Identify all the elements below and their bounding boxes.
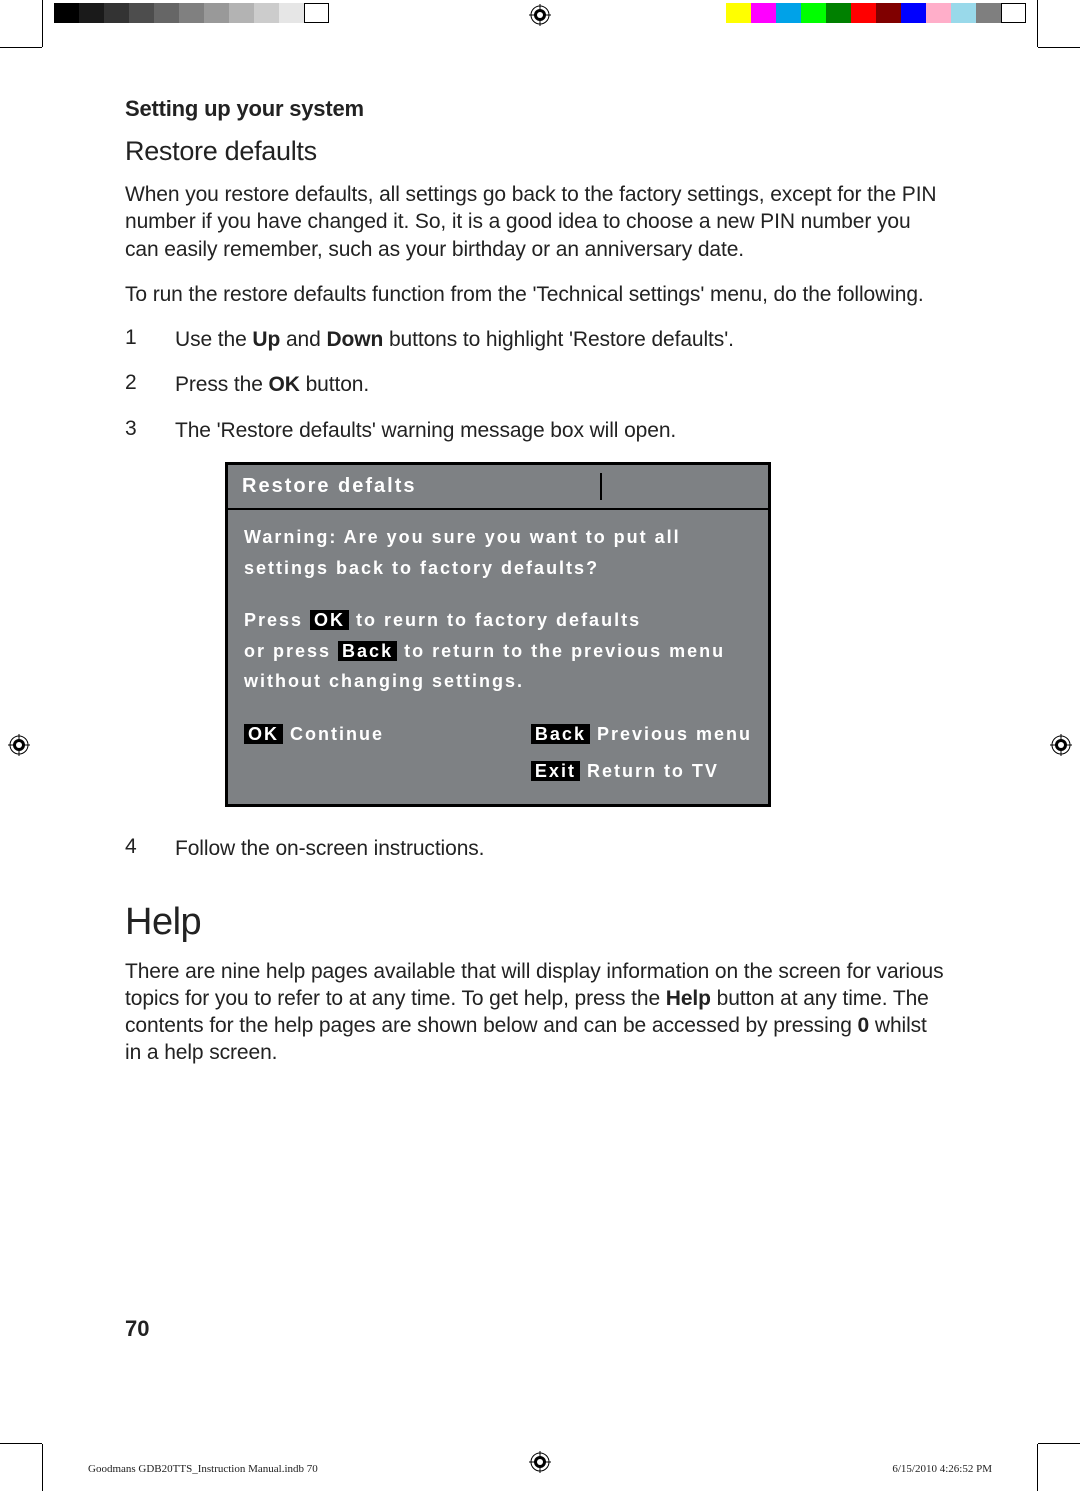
text: Use the [175,328,252,351]
swatch [726,3,751,23]
color-swatches [726,3,1026,23]
swatch [901,3,926,23]
swatch [876,3,901,23]
print-footer: Goodmans GDB20TTS_Instruction Manual.ind… [0,1461,1080,1475]
text: Previous menu [590,724,752,744]
text: to reurn to factory defaults [349,610,641,630]
osd-dialog-title-bar: Restore defalts [228,465,768,510]
swatch [976,3,1001,23]
swatch [951,3,976,23]
registration-mark-icon [8,734,30,756]
step-text: Follow the on-screen instructions. [175,835,484,862]
osd-back-line: Back Previous menu [531,719,752,750]
text: button. [300,373,369,396]
swatch [179,3,204,23]
osd-continue-line: OK Continue [244,719,384,750]
osd-dialog-screenshot: Restore defalts Warning: Are you sure yo… [225,462,771,807]
page-content: Setting up your system Restore defaults … [125,96,945,1085]
crop-mark [1038,1443,1080,1444]
osd-ok-key-icon: OK [244,724,283,744]
footer-filename: Goodmans GDB20TTS_Instruction Manual.ind… [88,1463,318,1475]
crop-mark [42,0,43,47]
swatch [801,3,826,23]
bold-text: 0 [858,1014,870,1037]
heading-help: Help [125,901,945,944]
steps-list: 1 Use the Up and Down buttons to highlig… [125,326,945,444]
step-row: 3 The 'Restore defaults' warning message… [125,417,945,444]
registration-mark-icon [529,4,551,26]
step-row: 1 Use the Up and Down buttons to highlig… [125,326,945,353]
osd-back-key-icon: Back [338,641,397,661]
step-text: The 'Restore defaults' warning message b… [175,417,676,444]
page-number: 70 [125,1316,149,1342]
swatch [304,3,329,23]
text: buttons to highlight 'Restore defaults'. [383,328,734,351]
step-number: 4 [125,835,175,862]
swatch [204,3,229,23]
osd-dialog-body: Warning: Are you sure you want to put al… [228,510,768,804]
swatch [54,3,79,23]
swatch [776,3,801,23]
section-heading: Setting up your system [125,96,945,122]
text: or press [244,641,338,661]
step-row: 4 Follow the on-screen instructions. [125,835,945,862]
text: Continue [283,724,384,744]
crop-mark [1038,47,1080,48]
swatch [254,3,279,23]
crop-mark [0,47,42,48]
swatch [79,3,104,23]
osd-back-key-icon: Back [531,724,590,744]
text: and [280,328,326,351]
text: Press the [175,373,269,396]
step-number: 2 [125,371,175,398]
swatch [104,3,129,23]
swatch [751,3,776,23]
swatch [1001,3,1026,23]
text: Press [244,610,310,630]
paragraph: To run the restore defaults function fro… [125,281,945,308]
swatch [129,3,154,23]
paragraph: There are nine help pages available that… [125,958,945,1067]
bold-text: OK [269,373,300,396]
subheading: Restore defaults [125,136,945,167]
step-text: Press the OK button. [175,371,369,398]
osd-footer: OK Continue Back Previous menu Exit Retu… [244,719,752,786]
crop-mark [0,1443,42,1444]
text: Return to TV [580,761,719,781]
swatch [851,3,876,23]
osd-footer-left: OK Continue [244,719,384,786]
osd-dialog-title: Restore defalts [242,473,602,500]
osd-exit-key-icon: Exit [531,761,580,781]
swatch [229,3,254,23]
swatch [154,3,179,23]
osd-ok-key-icon: OK [310,610,349,630]
step-number: 3 [125,417,175,444]
osd-exit-line: Exit Return to TV [531,756,752,787]
crop-mark [1037,0,1038,47]
registration-mark-icon [1050,734,1072,756]
osd-warning-text: Warning: Are you sure you want to put al… [244,522,752,583]
bold-text: Down [326,328,383,351]
paragraph: When you restore defaults, all settings … [125,181,945,263]
swatch [279,3,304,23]
footer-timestamp: 6/15/2010 4:26:52 PM [892,1463,992,1475]
osd-instruction-text: Press OK to reurn to factory defaults or… [244,605,752,697]
bold-text: Help [666,987,711,1010]
step-row: 2 Press the OK button. [125,371,945,398]
swatch [926,3,951,23]
step-number: 1 [125,326,175,353]
bold-text: Up [252,328,280,351]
osd-footer-right: Back Previous menu Exit Return to TV [531,719,752,786]
swatch [826,3,851,23]
step-text: Use the Up and Down buttons to highlight… [175,326,734,353]
grayscale-swatches [54,3,329,23]
